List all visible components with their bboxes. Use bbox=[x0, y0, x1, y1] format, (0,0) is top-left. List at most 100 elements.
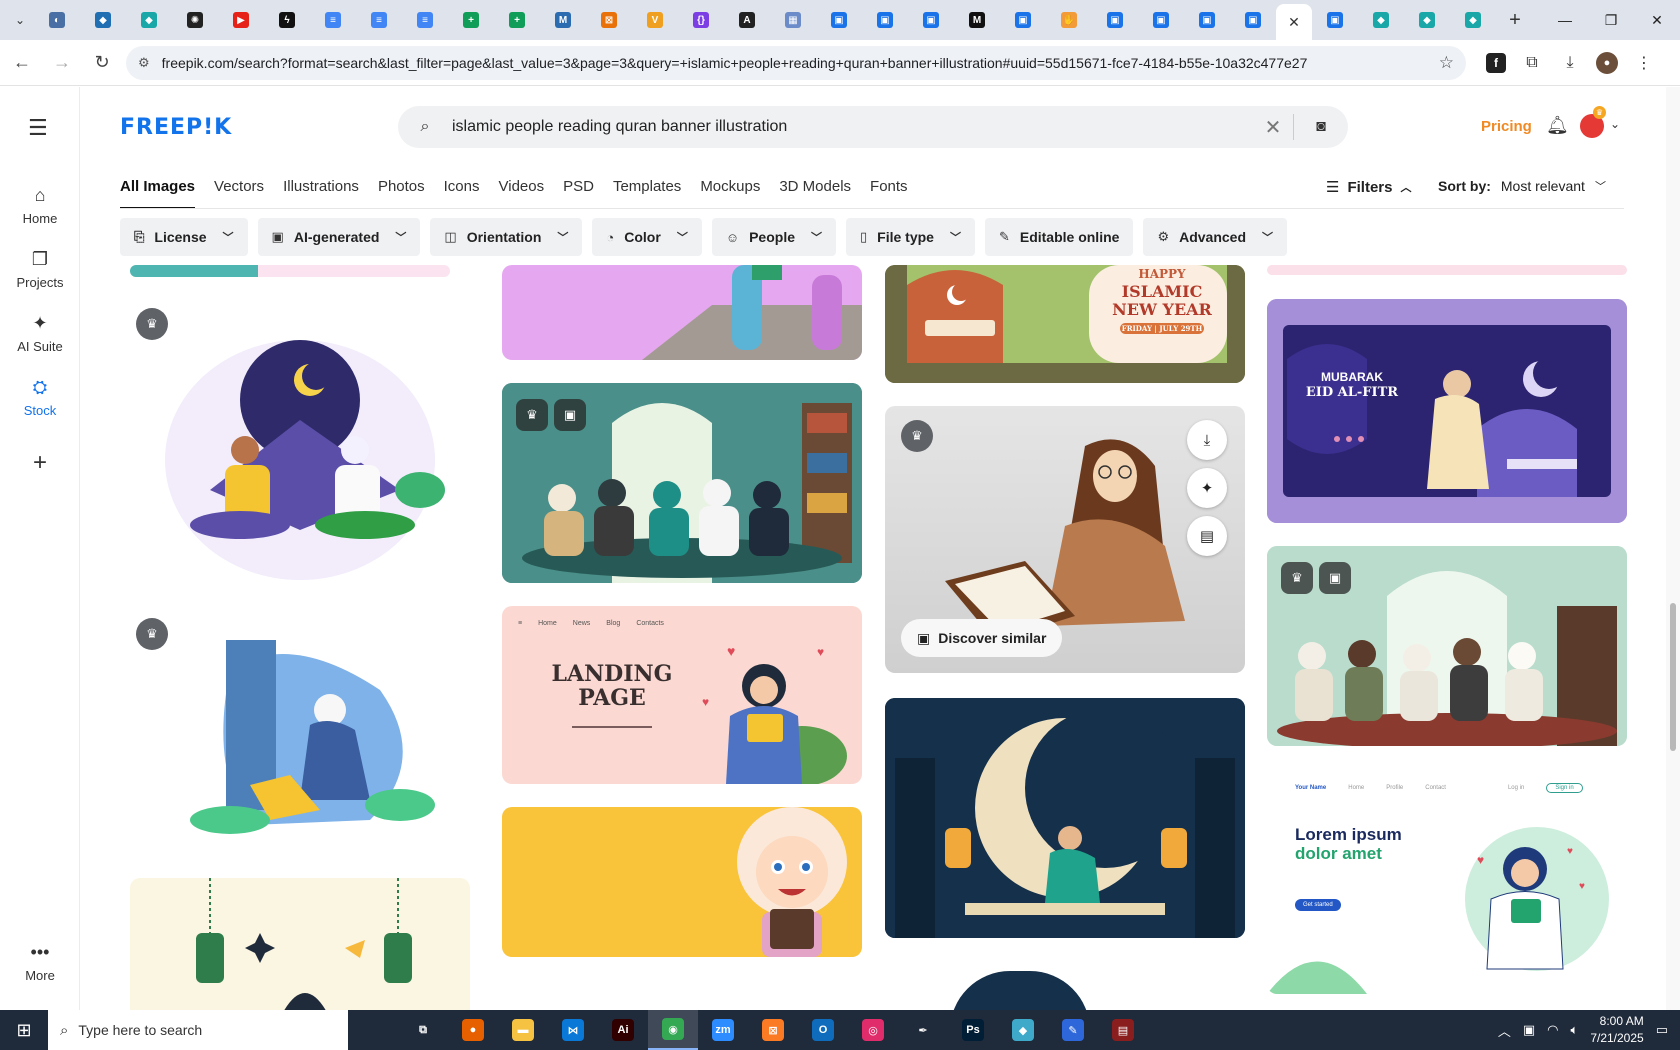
taskbar-app[interactable]: ▬ bbox=[498, 1010, 548, 1050]
add-icon[interactable]: + bbox=[24, 447, 56, 479]
browser-tab[interactable]: ≡ bbox=[402, 3, 448, 37]
filter-ai-generated[interactable]: ▣ AI-generated ﹀ bbox=[257, 218, 421, 256]
taskbar-app[interactable]: ▤ bbox=[1098, 1010, 1148, 1050]
sidebar-item-projects[interactable]: ❐ Projects bbox=[0, 249, 80, 290]
result-card[interactable] bbox=[130, 878, 470, 1010]
browser-tab[interactable]: A bbox=[724, 3, 770, 37]
browser-tab[interactable]: ⊠ bbox=[586, 3, 632, 37]
search-input[interactable] bbox=[452, 118, 1253, 136]
user-avatar[interactable]: ♛ bbox=[1580, 106, 1606, 138]
browser-tab[interactable]: ▣ bbox=[816, 3, 862, 37]
freepik-logo[interactable]: FREEP!K bbox=[120, 115, 232, 140]
browser-tab[interactable]: ◆ bbox=[126, 3, 172, 37]
save-to-collection-button[interactable]: ▤ bbox=[1187, 516, 1227, 556]
browser-tab[interactable]: ≡ bbox=[356, 3, 402, 37]
browser-tab[interactable]: + bbox=[448, 3, 494, 37]
ai-edit-button[interactable]: ✦ bbox=[1187, 468, 1227, 508]
clear-search-icon[interactable]: ✕ bbox=[1253, 115, 1293, 140]
taskbar-app[interactable]: ◉ bbox=[648, 1010, 698, 1050]
taskbar-app[interactable]: ⊠ bbox=[748, 1010, 798, 1050]
browser-tab[interactable]: M bbox=[540, 3, 586, 37]
tab-illustrations[interactable]: Illustrations bbox=[283, 178, 359, 209]
forward-button[interactable]: → bbox=[44, 45, 80, 81]
browser-tab[interactable]: {} bbox=[678, 3, 724, 37]
result-card[interactable] bbox=[1267, 265, 1627, 275]
notification-icon[interactable]: ▭ bbox=[1656, 1022, 1668, 1038]
taskbar-app[interactable]: ✎ bbox=[1048, 1010, 1098, 1050]
scrollbar-thumb[interactable] bbox=[1670, 603, 1676, 751]
search-icon[interactable]: ⌕ bbox=[398, 118, 452, 136]
browser-tab[interactable]: ▣ bbox=[1184, 3, 1230, 37]
browser-tab[interactable]: ◆ bbox=[1404, 3, 1450, 37]
browser-tab[interactable]: ▣ bbox=[1138, 3, 1184, 37]
taskbar-app[interactable]: ◆ bbox=[998, 1010, 1048, 1050]
result-card[interactable]: ♛ ▣ bbox=[502, 383, 862, 583]
tab-vectors[interactable]: Vectors bbox=[214, 178, 264, 209]
close-tab-icon[interactable]: ✕ bbox=[1288, 14, 1300, 31]
browser-tab[interactable]: M bbox=[954, 3, 1000, 37]
browser-tab[interactable]: ≡ bbox=[310, 3, 356, 37]
taskbar-app[interactable]: ⧉ bbox=[398, 1010, 448, 1050]
browser-tab-active[interactable]: ✕ bbox=[1276, 4, 1312, 40]
result-card[interactable] bbox=[130, 265, 450, 277]
address-bar[interactable]: ⚙ freepik.com/search?format=search&last_… bbox=[126, 45, 1466, 80]
browser-tab[interactable]: ◆ bbox=[1450, 3, 1496, 37]
browser-tab[interactable]: ▦ bbox=[770, 3, 816, 37]
start-button[interactable]: ⊞ bbox=[0, 1010, 48, 1050]
tab-templates[interactable]: Templates bbox=[613, 178, 681, 209]
browser-tab[interactable]: ◐ bbox=[34, 3, 80, 37]
tab-search-button[interactable]: ⌄ bbox=[6, 6, 34, 34]
chevron-up-icon[interactable]: ︿ bbox=[1498, 1021, 1511, 1040]
download-icon[interactable]: ⤓ bbox=[1558, 51, 1582, 75]
browser-tab[interactable]: ▣ bbox=[1092, 3, 1138, 37]
bookmark-star-icon[interactable]: ☆ bbox=[1439, 53, 1454, 73]
tab-videos[interactable]: Videos bbox=[499, 178, 545, 209]
taskbar-search[interactable]: ⌕ Type here to search bbox=[48, 1010, 348, 1050]
notification-bell-icon[interactable]: 🔔︎ bbox=[1546, 115, 1569, 136]
filter-color[interactable]: ◔ Color ﹀ bbox=[592, 218, 702, 256]
sort-by-dropdown[interactable]: Sort by: Most relevant ﹀ bbox=[1438, 178, 1606, 194]
page-scrollbar[interactable] bbox=[1666, 87, 1680, 1010]
result-card[interactable]: MUBARAK EID AL-FITR bbox=[1267, 299, 1627, 523]
result-card[interactable]: ♛ ▣ bbox=[1267, 546, 1627, 746]
taskbar-app[interactable]: Ps bbox=[948, 1010, 998, 1050]
tab-fonts[interactable]: Fonts bbox=[870, 178, 908, 209]
taskbar-app[interactable]: zm bbox=[698, 1010, 748, 1050]
tab-icons[interactable]: Icons bbox=[444, 178, 480, 209]
minimize-icon[interactable]: — bbox=[1542, 0, 1588, 40]
profile-avatar[interactable]: ● bbox=[1596, 51, 1618, 74]
filter-orientation[interactable]: ◫ Orientation ﹀ bbox=[430, 218, 583, 256]
network-icon[interactable]: ▣ bbox=[1523, 1022, 1535, 1038]
wifi-icon[interactable]: ◠ bbox=[1547, 1022, 1558, 1038]
back-button[interactable]: ← bbox=[4, 45, 40, 81]
pricing-link[interactable]: Pricing bbox=[1481, 118, 1532, 135]
browser-tab[interactable]: ▣ bbox=[908, 3, 954, 37]
new-tab-button[interactable]: + bbox=[1500, 5, 1530, 35]
taskbar-app[interactable]: Ai bbox=[598, 1010, 648, 1050]
sidebar-item-home[interactable]: ⌂ Home bbox=[0, 185, 80, 226]
reload-button[interactable]: ↻ bbox=[84, 45, 120, 81]
result-card[interactable] bbox=[502, 807, 862, 957]
taskbar-clock[interactable]: 8:00 AM 7/21/2025 bbox=[1590, 1013, 1643, 1047]
sidebar-item-ai-suite[interactable]: ✦ AI Suite bbox=[0, 313, 80, 354]
browser-tab[interactable]: ▣ bbox=[1000, 3, 1046, 37]
browser-tab[interactable]: ◆ bbox=[80, 3, 126, 37]
taskbar-app[interactable]: ✒ bbox=[898, 1010, 948, 1050]
result-card[interactable]: ♛ bbox=[130, 610, 470, 860]
filter-advanced[interactable]: ⚙ Advanced ﹀ bbox=[1143, 218, 1288, 256]
result-card[interactable]: ≡ Home News Blog Contacts LANDING PAGE ♥… bbox=[502, 606, 862, 784]
browser-tab[interactable]: ✺ bbox=[172, 3, 218, 37]
browser-tab[interactable]: ▣ bbox=[1312, 3, 1358, 37]
filters-toggle-button[interactable]: ☰ Filters ︿ bbox=[1326, 178, 1411, 197]
result-card[interactable] bbox=[502, 265, 862, 360]
tab-3d-models[interactable]: 3D Models bbox=[779, 178, 851, 209]
taskbar-app[interactable]: O bbox=[798, 1010, 848, 1050]
result-card[interactable] bbox=[885, 698, 1245, 938]
fx-extension-icon[interactable]: f bbox=[1486, 52, 1506, 73]
filter-file-type[interactable]: ▯ File type ﹀ bbox=[846, 218, 975, 256]
result-card[interactable]: Your Name Home Profile Contact Log in Si… bbox=[1267, 769, 1627, 994]
filter-license[interactable]: ⎘ License ﹀ bbox=[120, 218, 248, 256]
camera-search-icon[interactable]: ◙ bbox=[1294, 118, 1348, 136]
volume-icon[interactable]: 🔈︎ bbox=[1571, 1022, 1579, 1038]
browser-tab[interactable]: V bbox=[632, 3, 678, 37]
